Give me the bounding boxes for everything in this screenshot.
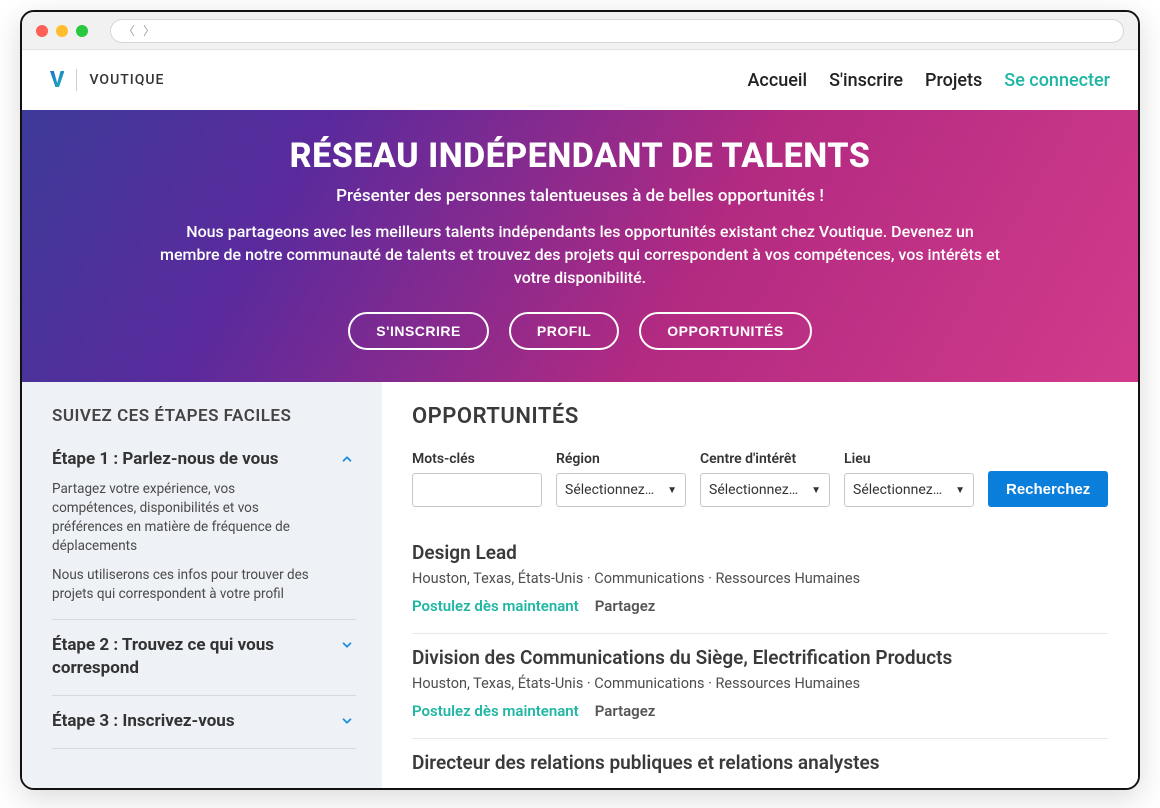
- nav-home[interactable]: Accueil: [748, 70, 808, 91]
- brand-logo[interactable]: V VOUTIQUE: [50, 68, 164, 93]
- interest-select[interactable]: Sélectionnez… ▼: [700, 473, 830, 507]
- cta-opportunities-button[interactable]: OPPORTUNITÉS: [639, 312, 811, 350]
- region-select[interactable]: Sélectionnez… ▼: [556, 473, 686, 507]
- top-nav: V VOUTIQUE Accueil S'inscrire Projets Se…: [22, 50, 1138, 110]
- browser-window: 〈 〉 V VOUTIQUE Accueil S'inscrire Projet…: [20, 10, 1140, 790]
- hero: RÉSEAU INDÉPENDANT DE TALENTS Présenter …: [22, 110, 1138, 382]
- page-content: V VOUTIQUE Accueil S'inscrire Projets Se…: [22, 50, 1138, 788]
- nav-projects[interactable]: Projets: [925, 70, 982, 91]
- step-1-body-2: Nous utiliserons ces infos pour trouver …: [52, 566, 312, 604]
- window-zoom-icon[interactable]: [76, 25, 88, 37]
- nav-login[interactable]: Se connecter: [1004, 70, 1110, 91]
- chevron-down-icon: [338, 712, 356, 730]
- step-2-title: Étape 2 : Trouvez ce qui vous correspond: [52, 634, 322, 678]
- nav-back-icon[interactable]: 〈: [123, 22, 135, 39]
- location-select-value: Sélectionnez…: [853, 482, 942, 498]
- filter-bar: Mots-clés Région Sélectionnez… ▼ Centre …: [412, 451, 1108, 507]
- step-3[interactable]: Étape 3 : Inscrivez-vous: [52, 696, 356, 749]
- hero-ctas: S'INSCRIRE PROFIL OPPORTUNITÉS: [82, 312, 1078, 350]
- apply-link[interactable]: Postulez dès maintenant: [412, 702, 579, 720]
- share-link[interactable]: Partagez: [595, 597, 656, 615]
- job-card: Division des Communications du Siège, El…: [412, 634, 1108, 739]
- window-minimize-icon[interactable]: [56, 25, 68, 37]
- sidebar-heading: SUIVEZ CES ÉTAPES FACILES: [52, 406, 356, 426]
- nav-signup[interactable]: S'inscrire: [829, 70, 903, 91]
- step-2[interactable]: Étape 2 : Trouvez ce qui vous correspond: [52, 620, 356, 695]
- region-select-value: Sélectionnez…: [565, 482, 654, 498]
- opportunities-panel: OPPORTUNITÉS Mots-clés Région Sélectionn…: [382, 382, 1138, 788]
- step-3-title: Étape 3 : Inscrivez-vous: [52, 710, 235, 732]
- nav-forward-icon[interactable]: 〉: [143, 22, 155, 39]
- location-select[interactable]: Sélectionnez… ▼: [844, 473, 974, 507]
- brand-mark-icon: V: [50, 68, 64, 93]
- hero-title: RÉSEAU INDÉPENDANT DE TALENTS: [82, 136, 1078, 176]
- nav-links: Accueil S'inscrire Projets Se connecter: [748, 70, 1111, 91]
- caret-down-icon: ▼: [955, 485, 965, 496]
- caret-down-icon: ▼: [667, 485, 677, 496]
- interest-select-value: Sélectionnez…: [709, 482, 798, 498]
- job-title[interactable]: Division des Communications du Siège, El…: [412, 646, 1108, 669]
- opportunities-heading: OPPORTUNITÉS: [412, 404, 1108, 429]
- job-meta: Houston, Texas, États-Unis · Communicati…: [412, 675, 1108, 692]
- share-link[interactable]: Partagez: [595, 702, 656, 720]
- brand-name: VOUTIQUE: [89, 72, 164, 88]
- window-close-icon[interactable]: [36, 25, 48, 37]
- brand-divider: [76, 69, 77, 91]
- step-1-title: Étape 1 : Parlez-nous de vous: [52, 448, 279, 470]
- chevron-down-icon: [338, 636, 356, 654]
- keywords-label: Mots-clés: [412, 451, 542, 467]
- location-label: Lieu: [844, 451, 974, 467]
- apply-link[interactable]: Postulez dès maintenant: [412, 597, 579, 615]
- job-title[interactable]: Directeur des relations publiques et rel…: [412, 751, 1108, 774]
- region-label: Région: [556, 451, 686, 467]
- hero-subtitle: Présenter des personnes talentueuses à d…: [82, 186, 1078, 206]
- interest-label: Centre d'intérêt: [700, 451, 830, 467]
- window-titlebar: 〈 〉: [22, 12, 1138, 50]
- step-1-body-1: Partagez votre expérience, vos compétenc…: [52, 480, 312, 556]
- step-1[interactable]: Étape 1 : Parlez-nous de vous Partagez v…: [52, 448, 356, 620]
- cta-signup-button[interactable]: S'INSCRIRE: [348, 312, 489, 350]
- cta-profile-button[interactable]: PROFIL: [509, 312, 619, 350]
- job-card: Directeur des relations publiques et rel…: [412, 739, 1108, 788]
- address-bar[interactable]: 〈 〉: [110, 19, 1124, 43]
- search-button[interactable]: Recherchez: [988, 471, 1108, 507]
- job-title[interactable]: Design Lead: [412, 541, 1108, 564]
- job-card: Design Lead Houston, Texas, États-Unis ·…: [412, 529, 1108, 634]
- keywords-input[interactable]: [412, 473, 542, 507]
- chevron-up-icon: [338, 450, 356, 468]
- steps-sidebar: SUIVEZ CES ÉTAPES FACILES Étape 1 : Parl…: [22, 382, 382, 788]
- caret-down-icon: ▼: [811, 485, 821, 496]
- job-meta: Houston, Texas, États-Unis · Communicati…: [412, 570, 1108, 587]
- hero-body: Nous partageons avec les meilleurs talen…: [160, 220, 1000, 290]
